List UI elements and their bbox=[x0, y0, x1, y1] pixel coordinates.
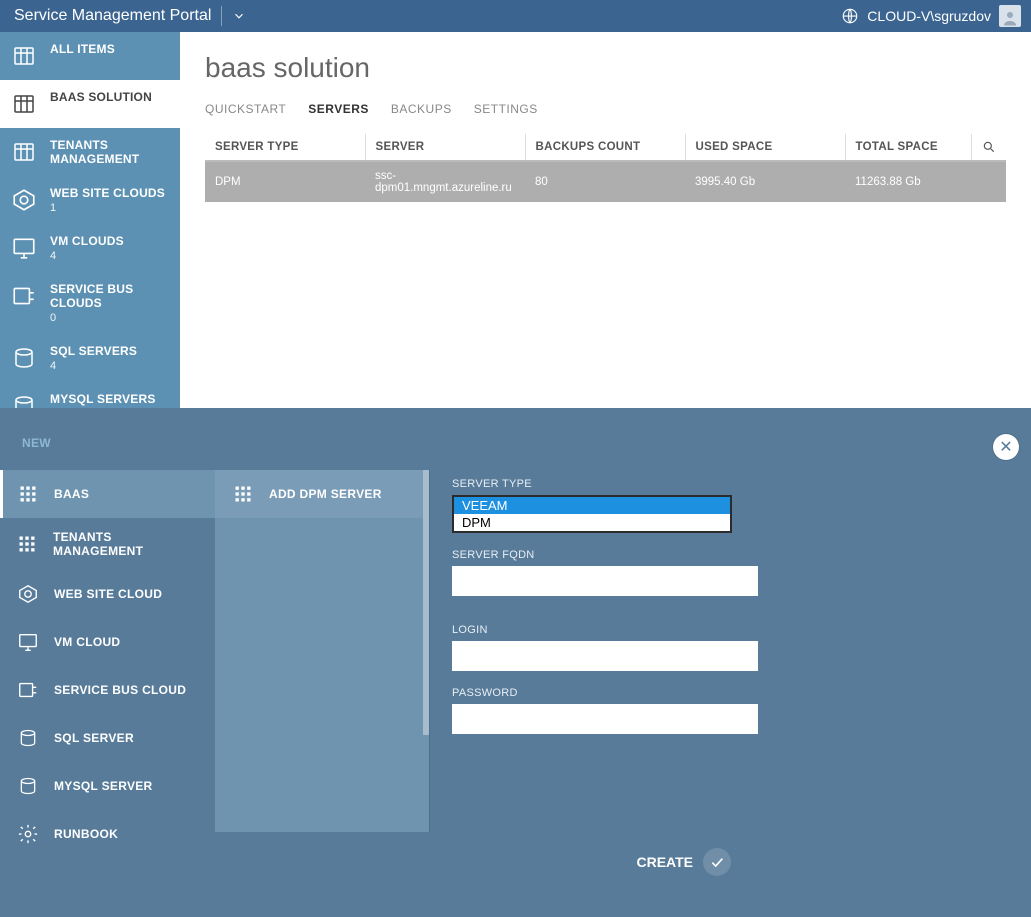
server-type-option-veeam[interactable]: VEEAM bbox=[454, 497, 730, 514]
login-input[interactable] bbox=[452, 641, 758, 671]
sidebar-item-baas-solution[interactable]: BAAS SOLUTION bbox=[0, 80, 180, 128]
sidebar-item-label: ALL ITEMS bbox=[50, 42, 115, 56]
ov-cat-tenants[interactable]: TENANTS MANAGEMENT bbox=[0, 518, 215, 570]
sidebar-item-web-site-clouds[interactable]: WEB SITE CLOUDS 1 bbox=[0, 176, 180, 224]
avatar[interactable] bbox=[999, 5, 1021, 27]
sidebar-item-label: BAAS SOLUTION bbox=[50, 90, 152, 104]
new-overlay: NEW ✕ BAAS TENANTS MANAGEMENT WEB SITE C… bbox=[0, 408, 1031, 917]
ov-cat-vm-cloud[interactable]: VM CLOUD bbox=[0, 618, 215, 666]
ov-action-add-dpm-server[interactable]: ADD DPM SERVER bbox=[215, 470, 429, 518]
sidebar-item-count: 4 bbox=[50, 360, 137, 372]
ov-cat-service-bus-cloud[interactable]: SERVICE BUS CLOUD bbox=[0, 666, 215, 714]
sidebar-item-label: TENANTS MANAGEMENT bbox=[50, 138, 170, 166]
tabs: QUICKSTART SERVERS BACKUPS SETTINGS bbox=[205, 102, 1006, 116]
globe-icon[interactable] bbox=[841, 7, 859, 25]
sidebar-item-label: VM CLOUDS bbox=[50, 234, 124, 248]
monitor-icon bbox=[16, 630, 40, 654]
sidebar-item-all-items[interactable]: ALL ITEMS bbox=[0, 32, 180, 80]
title-dropdown[interactable] bbox=[221, 6, 246, 26]
overlay-form: SERVER TYPE VEEAM DPM SERVER FQDN LOGIN … bbox=[452, 478, 991, 750]
sidebar-item-tenants-management[interactable]: TENANTS MANAGEMENT bbox=[0, 128, 180, 176]
tab-settings[interactable]: SETTINGS bbox=[474, 102, 538, 116]
ov-cat-label: WEB SITE CLOUD bbox=[54, 587, 162, 601]
sidebar-item-label: WEB SITE CLOUDS bbox=[50, 186, 165, 200]
overlay-footer: CREATE bbox=[430, 837, 1031, 887]
ov-action-label: ADD DPM SERVER bbox=[269, 487, 382, 501]
servers-table: SERVER TYPE SERVER BACKUPS COUNT USED SP… bbox=[205, 134, 1006, 202]
ov-cat-mysql-server[interactable]: MYSQL SERVER bbox=[0, 762, 215, 810]
login-label: LOGIN bbox=[452, 624, 991, 636]
ov-cat-runbook[interactable]: RUNBOOK bbox=[0, 810, 215, 858]
cloud-icon bbox=[10, 186, 38, 214]
cell-backups: 80 bbox=[525, 161, 685, 202]
ov-cat-label: MYSQL SERVER bbox=[54, 779, 153, 793]
col-used-space[interactable]: USED SPACE bbox=[685, 134, 845, 161]
sidebar-item-count: 1 bbox=[50, 202, 165, 214]
search-button[interactable] bbox=[972, 134, 1007, 161]
cell-total: 11263.88 Gb bbox=[845, 161, 1006, 202]
col-server-type[interactable]: SERVER TYPE bbox=[205, 134, 365, 161]
table-row[interactable]: DPM ssc-dpm01.mngmt.azureline.ru 80 3995… bbox=[205, 161, 1006, 202]
password-label: PASSWORD bbox=[452, 687, 991, 699]
fqdn-label: SERVER FQDN bbox=[452, 549, 991, 561]
sidebar-item-label: SERVICE BUS CLOUDS bbox=[50, 282, 170, 310]
tab-backups[interactable]: BACKUPS bbox=[391, 102, 452, 116]
create-button[interactable] bbox=[703, 848, 731, 876]
fqdn-input[interactable] bbox=[452, 566, 758, 596]
app-title: Service Management Portal bbox=[14, 7, 211, 25]
overlay-actions: ADD DPM SERVER bbox=[215, 470, 430, 832]
database-icon bbox=[10, 344, 38, 372]
sidebar-item-label: MYSQL SERVERS bbox=[50, 392, 156, 406]
top-bar: Service Management Portal CLOUD-V\sgruzd… bbox=[0, 0, 1031, 32]
sidebar-item-sql-servers[interactable]: SQL SERVERS 4 bbox=[0, 334, 180, 382]
col-total-space[interactable]: TOTAL SPACE bbox=[845, 134, 972, 161]
ov-cat-label: TENANTS MANAGEMENT bbox=[53, 530, 199, 558]
grid-icon bbox=[16, 532, 39, 556]
ov-cat-baas[interactable]: BAAS bbox=[0, 470, 215, 518]
sidebar-item-service-bus-clouds[interactable]: SERVICE BUS CLOUDS 0 bbox=[0, 272, 180, 334]
ov-cat-label: SERVICE BUS CLOUD bbox=[54, 683, 186, 697]
cell-used: 3995.40 Gb bbox=[685, 161, 845, 202]
sidebar-item-label: SQL SERVERS bbox=[50, 344, 137, 358]
col-backups-count[interactable]: BACKUPS COUNT bbox=[525, 134, 685, 161]
sidebar-item-count: 4 bbox=[50, 250, 124, 262]
sidebar-item-count: 0 bbox=[50, 312, 170, 324]
database-icon bbox=[16, 774, 40, 798]
grid-icon bbox=[10, 90, 38, 118]
user-name[interactable]: CLOUD-V\sgruzdov bbox=[867, 8, 991, 24]
ov-cat-sql-server[interactable]: SQL SERVER bbox=[0, 714, 215, 762]
database-icon bbox=[16, 726, 40, 750]
gear-icon bbox=[16, 822, 40, 846]
ov-cat-label: BAAS bbox=[54, 487, 89, 501]
server-type-label: SERVER TYPE bbox=[452, 478, 991, 490]
tab-servers[interactable]: SERVERS bbox=[308, 102, 369, 116]
grid-icon bbox=[10, 138, 38, 166]
tab-quickstart[interactable]: QUICKSTART bbox=[205, 102, 286, 116]
cloud-icon bbox=[16, 582, 40, 606]
monitor-icon bbox=[10, 234, 38, 262]
page-title: baas solution bbox=[205, 52, 1006, 84]
overlay-title: NEW bbox=[22, 436, 51, 450]
grid-icon bbox=[231, 482, 255, 506]
scrollbar[interactable] bbox=[423, 470, 429, 735]
cell-server-type: DPM bbox=[205, 161, 365, 202]
close-button[interactable]: ✕ bbox=[993, 434, 1019, 460]
server-type-dropdown[interactable]: VEEAM DPM bbox=[452, 495, 732, 533]
overlay-categories: BAAS TENANTS MANAGEMENT WEB SITE CLOUD V… bbox=[0, 470, 215, 832]
grid-icon bbox=[10, 42, 38, 70]
ov-cat-label: SQL SERVER bbox=[54, 731, 134, 745]
grid-icon bbox=[16, 482, 40, 506]
ov-cat-web-site-cloud[interactable]: WEB SITE CLOUD bbox=[0, 570, 215, 618]
ov-cat-label: VM CLOUD bbox=[54, 635, 120, 649]
service-bus-icon bbox=[16, 678, 40, 702]
server-type-option-dpm[interactable]: DPM bbox=[454, 514, 730, 531]
service-bus-icon bbox=[10, 282, 38, 310]
col-server[interactable]: SERVER bbox=[365, 134, 525, 161]
password-input[interactable] bbox=[452, 704, 758, 734]
sidebar-item-vm-clouds[interactable]: VM CLOUDS 4 bbox=[0, 224, 180, 272]
ov-cat-label: RUNBOOK bbox=[54, 827, 118, 841]
create-label: CREATE bbox=[636, 854, 693, 870]
cell-server: ssc-dpm01.mngmt.azureline.ru bbox=[365, 161, 525, 202]
close-icon: ✕ bbox=[999, 437, 1012, 457]
